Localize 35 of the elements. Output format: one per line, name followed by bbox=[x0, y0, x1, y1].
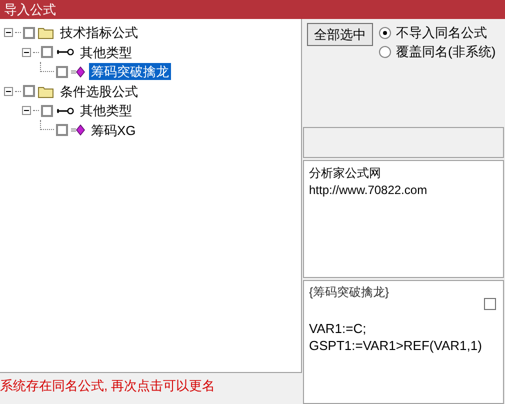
radio-label: 覆盖同名(非系统) bbox=[396, 45, 496, 58]
diamond-icon bbox=[71, 66, 85, 78]
formula-title: {筹码突破擒龙} bbox=[309, 286, 390, 298]
checkbox[interactable] bbox=[23, 26, 35, 39]
window-title: 导入公式 bbox=[4, 3, 56, 16]
collapse-icon[interactable] bbox=[22, 106, 31, 116]
checkbox[interactable] bbox=[56, 66, 68, 78]
tree-item[interactable]: 技术指标公式 bbox=[58, 24, 140, 42]
info-text: http://www.70822.com bbox=[309, 183, 428, 198]
info-text: 分析家公式网 bbox=[309, 166, 382, 181]
tree-item[interactable]: 条件选股公式 bbox=[58, 82, 140, 100]
checkbox[interactable] bbox=[41, 46, 53, 58]
tree-item[interactable]: 筹码突破擒龙 bbox=[89, 63, 171, 80]
tree-item[interactable]: 其他类型 bbox=[78, 102, 134, 120]
radio-button[interactable] bbox=[379, 26, 391, 38]
key-icon bbox=[56, 106, 74, 115]
tree-item[interactable]: 筹码XG bbox=[89, 122, 138, 139]
checkbox[interactable] bbox=[484, 298, 496, 310]
folder-icon bbox=[38, 26, 54, 40]
collapse-icon[interactable] bbox=[22, 48, 31, 57]
radio-button[interactable] bbox=[379, 46, 391, 58]
checkbox[interactable] bbox=[56, 124, 68, 136]
status-text: 系统存在同名公式, 再次点击可以更名 bbox=[0, 379, 216, 392]
key-icon bbox=[56, 48, 74, 56]
checkbox[interactable] bbox=[41, 104, 53, 117]
checkbox[interactable] bbox=[23, 85, 35, 98]
radio-label: 不导入同名公式 bbox=[396, 26, 487, 39]
code-line: VAR1:=C; bbox=[309, 322, 368, 335]
code-line: GSPT1:=VAR1>REF(VAR1,1) bbox=[309, 339, 483, 352]
folder-icon bbox=[38, 84, 54, 98]
select-all-button[interactable]: 全部选中 bbox=[307, 23, 373, 46]
diamond-icon bbox=[71, 124, 85, 136]
tree-item[interactable]: 其他类型 bbox=[78, 44, 134, 61]
collapse-icon[interactable] bbox=[4, 86, 13, 96]
collapse-icon[interactable] bbox=[4, 28, 13, 38]
